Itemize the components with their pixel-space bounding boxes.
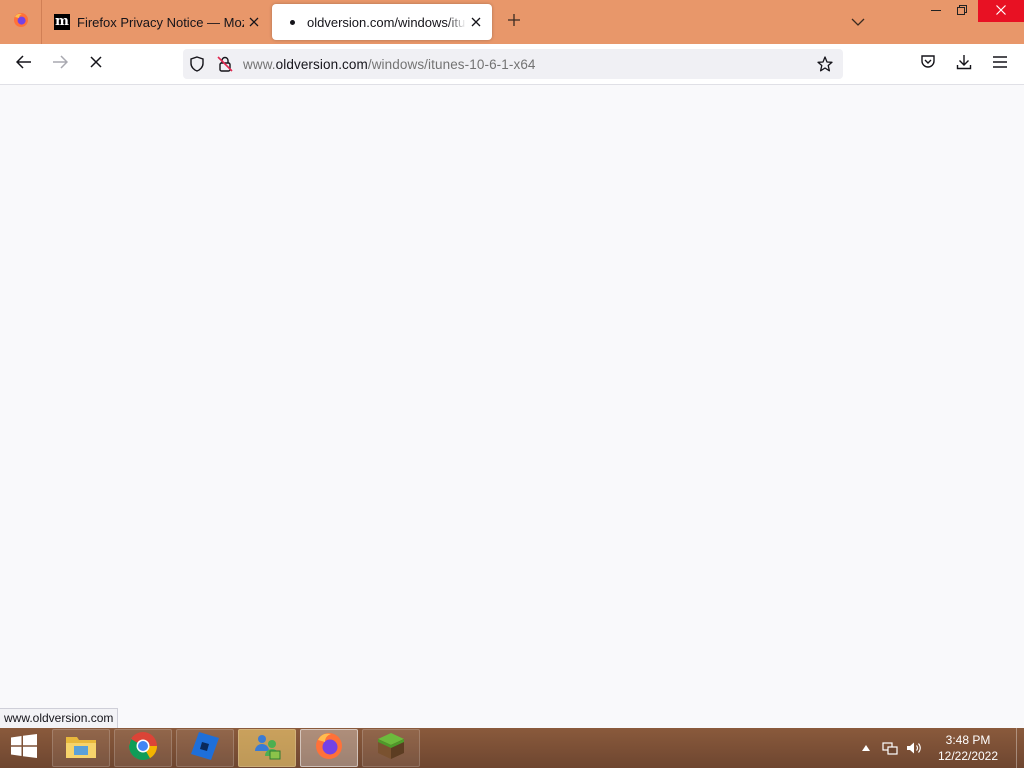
status-panel: www.oldversion.com [0, 708, 119, 728]
tab-title: Firefox Privacy Notice — Mozilla [77, 14, 244, 30]
close-icon [996, 2, 1006, 20]
downloads-button[interactable] [949, 50, 979, 78]
taskbar-chrome[interactable] [114, 729, 172, 767]
url-text[interactable]: www.oldversion.com/windows/itunes-10-6-1… [243, 57, 536, 72]
loading-dot-icon [284, 14, 300, 30]
insecure-lock-icon[interactable] [211, 49, 239, 79]
taskbar-file-explorer[interactable] [52, 729, 110, 767]
url-path: /windows/itunes-10-6-1-x64 [367, 56, 536, 72]
minimize-button[interactable] [922, 0, 950, 22]
firefox-view-button[interactable] [0, 0, 42, 44]
close-tab-icon[interactable] [246, 14, 262, 30]
minimize-icon [931, 2, 941, 20]
taskbar-firefox[interactable] [300, 729, 358, 767]
bookmark-star-button[interactable] [813, 52, 837, 76]
taskbar-network-users[interactable] [238, 729, 296, 767]
show-desktop-button[interactable] [1016, 728, 1024, 768]
chevron-up-icon [862, 745, 870, 751]
taskbar-minecraft[interactable] [362, 729, 420, 767]
clock-time: 3:48 PM [945, 733, 991, 747]
page-content-area [0, 85, 1024, 728]
mozilla-m-icon: m [54, 14, 70, 30]
show-hidden-icons-button[interactable] [854, 728, 878, 768]
tab-strip: m Firefox Privacy Notice — Mozilla oldve… [0, 0, 1024, 44]
new-tab-button[interactable] [500, 8, 528, 36]
url-host: oldversion.com [275, 56, 368, 72]
plus-icon [508, 13, 520, 31]
back-button[interactable] [9, 50, 39, 78]
url-prefix: www. [243, 56, 276, 72]
arrow-right-icon [52, 54, 69, 74]
stop-loading-button[interactable] [81, 50, 111, 78]
file-explorer-icon [65, 732, 97, 765]
forward-button[interactable] [45, 50, 75, 78]
chrome-icon [128, 731, 158, 766]
hamburger-menu-icon [993, 55, 1007, 73]
download-icon [956, 54, 972, 75]
clock[interactable]: 3:48 PM 12/22/2022 [926, 732, 1010, 764]
pocket-icon [920, 54, 936, 75]
window-close-button[interactable] [978, 0, 1024, 22]
chevron-down-icon [851, 13, 865, 31]
navigation-toolbar: www.oldversion.com/windows/itunes-10-6-1… [0, 44, 1024, 85]
restore-icon [957, 2, 967, 20]
system-tray: 3:48 PM 12/22/2022 [854, 728, 1024, 768]
taskbar-roblox[interactable] [176, 729, 234, 767]
windows-logo-icon [11, 733, 37, 763]
tab-title: oldversion.com/windows/itune [307, 14, 466, 30]
windows-taskbar: 3:48 PM 12/22/2022 [0, 728, 1024, 768]
star-icon [817, 56, 833, 72]
minecraft-icon [376, 731, 406, 766]
tab-oldversion[interactable]: oldversion.com/windows/itune [272, 4, 492, 40]
address-bar[interactable]: www.oldversion.com/windows/itunes-10-6-1… [183, 49, 843, 79]
close-tab-icon[interactable] [468, 14, 484, 30]
clock-date: 12/22/2022 [937, 749, 999, 763]
arrow-left-icon [15, 54, 32, 74]
tracking-protection-shield-icon[interactable] [183, 49, 211, 79]
app-menu-button[interactable] [985, 50, 1015, 78]
firefox-logo-icon [13, 12, 29, 33]
restore-button[interactable] [948, 0, 976, 22]
roblox-icon [190, 731, 220, 766]
network-icon[interactable] [878, 728, 902, 768]
tab-firefox-privacy-notice[interactable]: m Firefox Privacy Notice — Mozilla [42, 4, 270, 40]
network-users-icon [252, 731, 282, 766]
firefox-icon [314, 731, 344, 766]
list-all-tabs-button[interactable] [846, 10, 870, 34]
start-button[interactable] [0, 728, 48, 768]
pocket-button[interactable] [913, 50, 943, 78]
volume-icon[interactable] [902, 728, 926, 768]
stop-x-icon [90, 55, 102, 73]
